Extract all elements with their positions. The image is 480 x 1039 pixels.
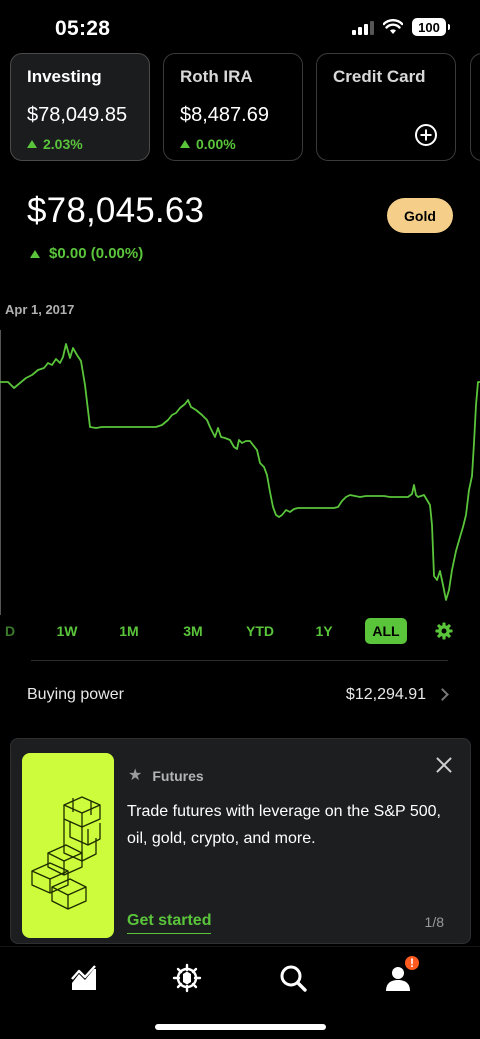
up-triangle-icon (30, 249, 40, 258)
wifi-icon (383, 19, 403, 34)
get-started-link[interactable]: Get started (127, 912, 212, 934)
account-change-value: 2.03% (43, 136, 83, 152)
portfolio-chart[interactable] (0, 325, 480, 615)
buying-power-label: Buying power (27, 686, 124, 703)
chart-icon[interactable] (69, 963, 99, 993)
account-name: Roth IRA (180, 67, 253, 86)
tab-range-1y[interactable]: 1Y (307, 618, 341, 644)
account-change-value: 0.00% (196, 136, 236, 152)
range-tabs: D 1W 1M 3M YTD 1Y ALL (0, 618, 480, 644)
account-card-credit-card[interactable]: Credit Card (316, 53, 456, 161)
portfolio-change: $0.00 (0.00%) (30, 245, 143, 262)
account-change: 0.00% (180, 136, 236, 152)
account-change: 2.03% (27, 136, 83, 152)
portfolio-value: $78,045.63 (27, 191, 205, 230)
tab-range-all[interactable]: ALL (365, 618, 407, 644)
promo-pager: 1/8 (424, 914, 444, 930)
promo-tag: ★ Futures (128, 767, 204, 785)
portfolio-chart-line (0, 343, 480, 601)
promo-description: Trade futures with leverage on the S&P 5… (127, 803, 441, 847)
account-cards: Investing $78,049.85 2.03% Roth IRA $8,4… (10, 53, 480, 161)
notification-badge: ! (403, 954, 421, 972)
star-icon: ★ (128, 767, 143, 784)
gold-button[interactable]: Gold (387, 198, 453, 233)
chevron-right-icon (436, 688, 449, 701)
tab-range-ytd[interactable]: YTD (240, 618, 280, 644)
account-name: Investing (27, 67, 102, 86)
account-card-roth-ira[interactable]: Roth IRA $8,487.69 0.00% (163, 53, 303, 161)
tab-range-1w[interactable]: 1W (50, 618, 84, 644)
battery-icon: 100 (412, 18, 450, 36)
search-icon[interactable] (278, 963, 308, 993)
account-nav-item[interactable]: ! (383, 954, 421, 993)
portfolio-change-value: $0.00 (0.00%) (49, 245, 144, 262)
futures-blocks-icon (31, 796, 101, 910)
futures-promo-card[interactable]: ★ Futures Trade futures with leverage on… (10, 738, 471, 944)
add-circle-icon[interactable] (415, 124, 437, 146)
cellular-signal-icon (352, 19, 374, 35)
futures-illustration (22, 753, 114, 938)
chart-date-label: Apr 1, 2017 (5, 302, 75, 317)
status-bar: 05:28 100 (0, 0, 480, 52)
status-icons: 100 (352, 18, 450, 36)
tab-range-1d[interactable]: D (2, 618, 18, 644)
status-time: 05:28 (55, 17, 111, 40)
tab-range-3m[interactable]: 3M (176, 618, 210, 644)
account-value: $8,487.69 (180, 104, 269, 126)
battery-level: 100 (418, 19, 440, 35)
tab-range-1m[interactable]: 1M (112, 618, 146, 644)
crypto-icon[interactable] (172, 963, 202, 993)
up-triangle-icon (180, 140, 190, 148)
account-card-investing[interactable]: Investing $78,049.85 2.03% (10, 53, 150, 161)
home-indicator (155, 1024, 326, 1030)
account-name: Credit Card (333, 67, 426, 86)
close-icon[interactable] (436, 757, 452, 773)
gear-icon[interactable] (435, 622, 453, 640)
buying-power-row[interactable]: Buying power $12,294.91 (0, 676, 480, 716)
divider (31, 660, 448, 661)
account-value: $78,049.85 (27, 104, 128, 126)
promo-tag-label: Futures (152, 768, 204, 784)
account-card-next-peek[interactable] (470, 53, 480, 161)
up-triangle-icon (27, 140, 37, 148)
buying-power-value: $12,294.91 (345, 686, 426, 703)
